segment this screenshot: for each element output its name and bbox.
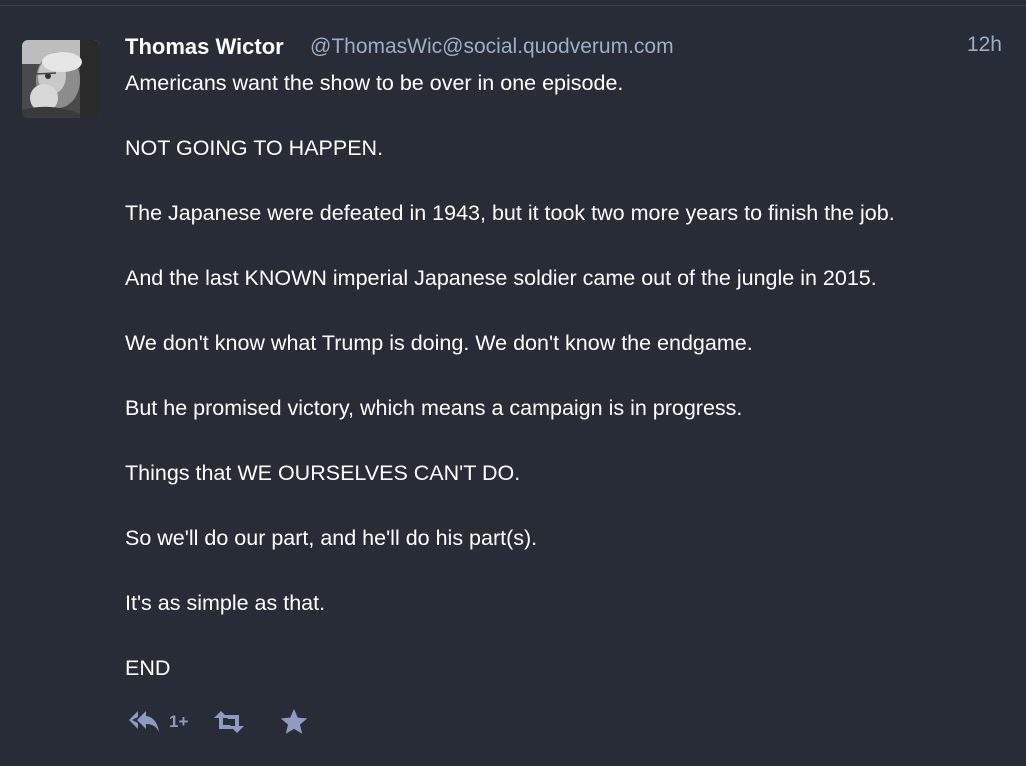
content-paragraph: So we'll do our part, and he'll do his p… <box>125 526 538 550</box>
retweet-icon <box>214 711 244 733</box>
post-timestamp[interactable]: 12h <box>967 33 1002 57</box>
avatar-photo-icon <box>22 40 100 118</box>
content-paragraph: NOT GOING TO HAPPEN. <box>125 136 384 160</box>
content-paragraph: We don't know what Trump is doing. We do… <box>125 331 753 355</box>
content-paragraph: And the last KNOWN imperial Japanese sol… <box>125 266 877 290</box>
reply-count: 1+ <box>169 712 189 731</box>
content-paragraph: But he promised victory, which means a c… <box>125 396 743 420</box>
reply-button[interactable]: 1+ <box>127 704 188 740</box>
status-content: Americans want the show to be over in on… <box>125 72 1005 722</box>
status-post[interactable]: Thomas Wictor @ThomasWic@social.quodveru… <box>0 6 1026 766</box>
content-paragraph: END <box>125 656 171 680</box>
avatar[interactable] <box>22 40 100 118</box>
boost-button[interactable] <box>213 704 245 740</box>
author-handle[interactable]: @ThomasWic@social.quodverum.com <box>310 35 674 59</box>
reply-all-icon <box>129 711 159 732</box>
status-action-bar: 1+ <box>125 704 425 740</box>
content-paragraph: It's as simple as that. <box>125 591 326 615</box>
content-paragraph: The Japanese were defeated in 1943, but … <box>125 201 895 225</box>
favourite-button[interactable] <box>279 704 309 740</box>
content-paragraph: Things that WE OURSELVES CAN'T DO. <box>125 461 521 485</box>
content-paragraph: Americans want the show to be over in on… <box>125 71 624 95</box>
author-display-name[interactable]: Thomas Wictor <box>125 34 284 60</box>
star-icon <box>280 709 308 734</box>
